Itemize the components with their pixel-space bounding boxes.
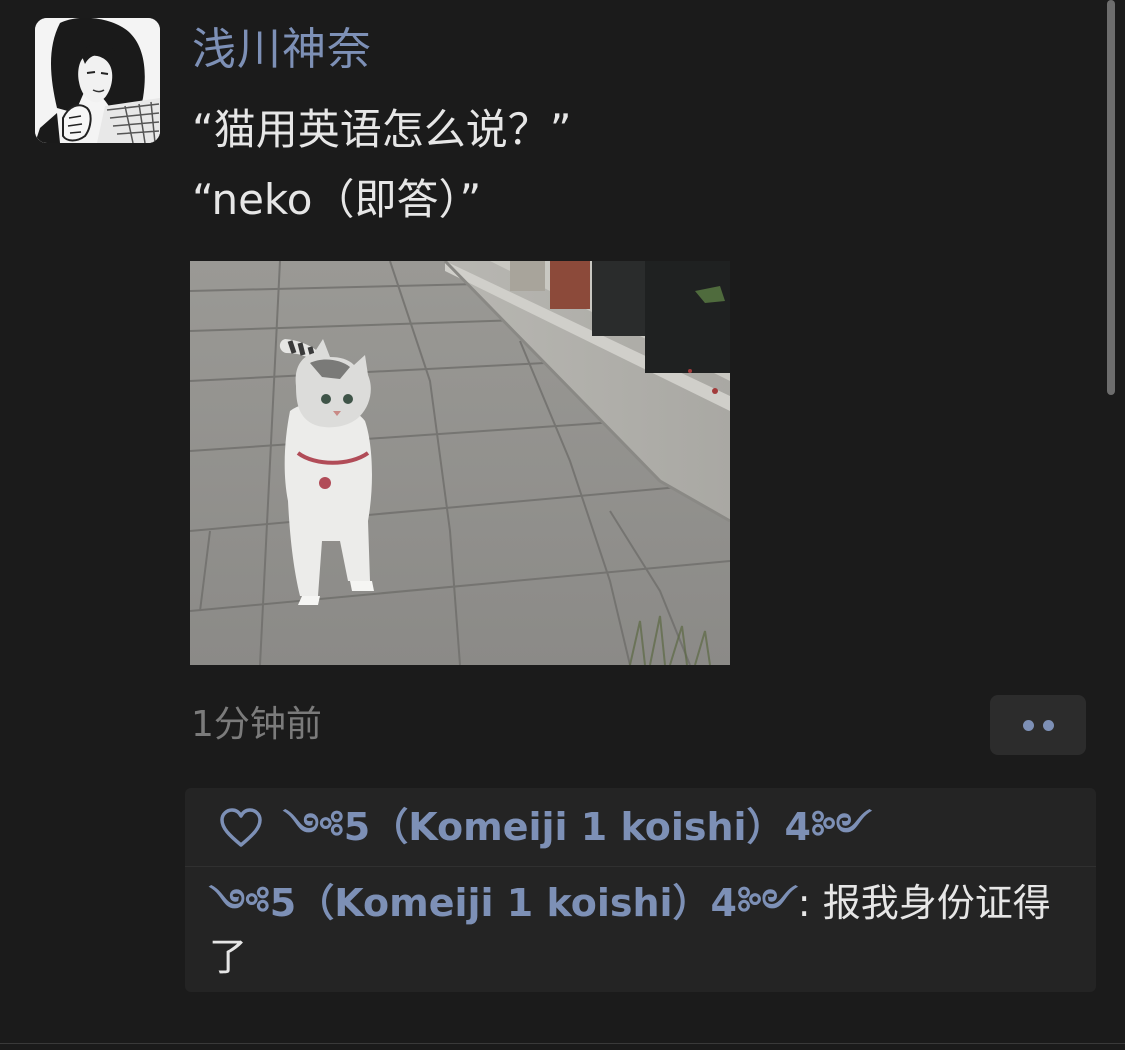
post-text-line: “猫用英语怎么说？” — [192, 105, 572, 154]
comment-author[interactable]: ༺5（Komeiji 1 koishi）4༻ — [209, 881, 798, 925]
comment-item[interactable]: ༺5（Komeiji 1 koishi）4༻: 报我身份证得了 — [209, 876, 1069, 984]
more-dots-icon — [1042, 719, 1054, 731]
likes-comments-panel: ༺5（Komeiji 1 koishi）4༻ ༺5（Komeiji 1 kois… — [185, 788, 1096, 992]
moment-post: 浅川神奈 “猫用英语怎么说？” “neko（即答）” 1分钟前 ༺5（Komei… — [0, 0, 1125, 1042]
divider — [0, 1043, 1125, 1044]
user-avatar[interactable] — [35, 18, 160, 143]
cat-photo-image — [190, 261, 730, 665]
comment-separator: : — [797, 881, 823, 925]
more-options-button[interactable] — [990, 695, 1086, 755]
likes-row: ༺5（Komeiji 1 koishi）4༻ — [185, 788, 1096, 867]
more-dots-icon — [1022, 719, 1034, 731]
post-timestamp: 1分钟前 — [191, 704, 322, 745]
post-text: “猫用英语怎么说？” “neko（即答）” — [192, 95, 572, 235]
heart-icon — [220, 808, 262, 847]
avatar-illustration — [35, 18, 160, 143]
scrollbar[interactable] — [1107, 0, 1115, 395]
post-photo[interactable] — [190, 261, 730, 665]
post-text-line: “neko（即答）” — [192, 175, 482, 224]
like-user-name[interactable]: ༺5（Komeiji 1 koishi）4༻ — [283, 798, 872, 856]
post-author-name[interactable]: 浅川神奈 — [192, 20, 372, 80]
